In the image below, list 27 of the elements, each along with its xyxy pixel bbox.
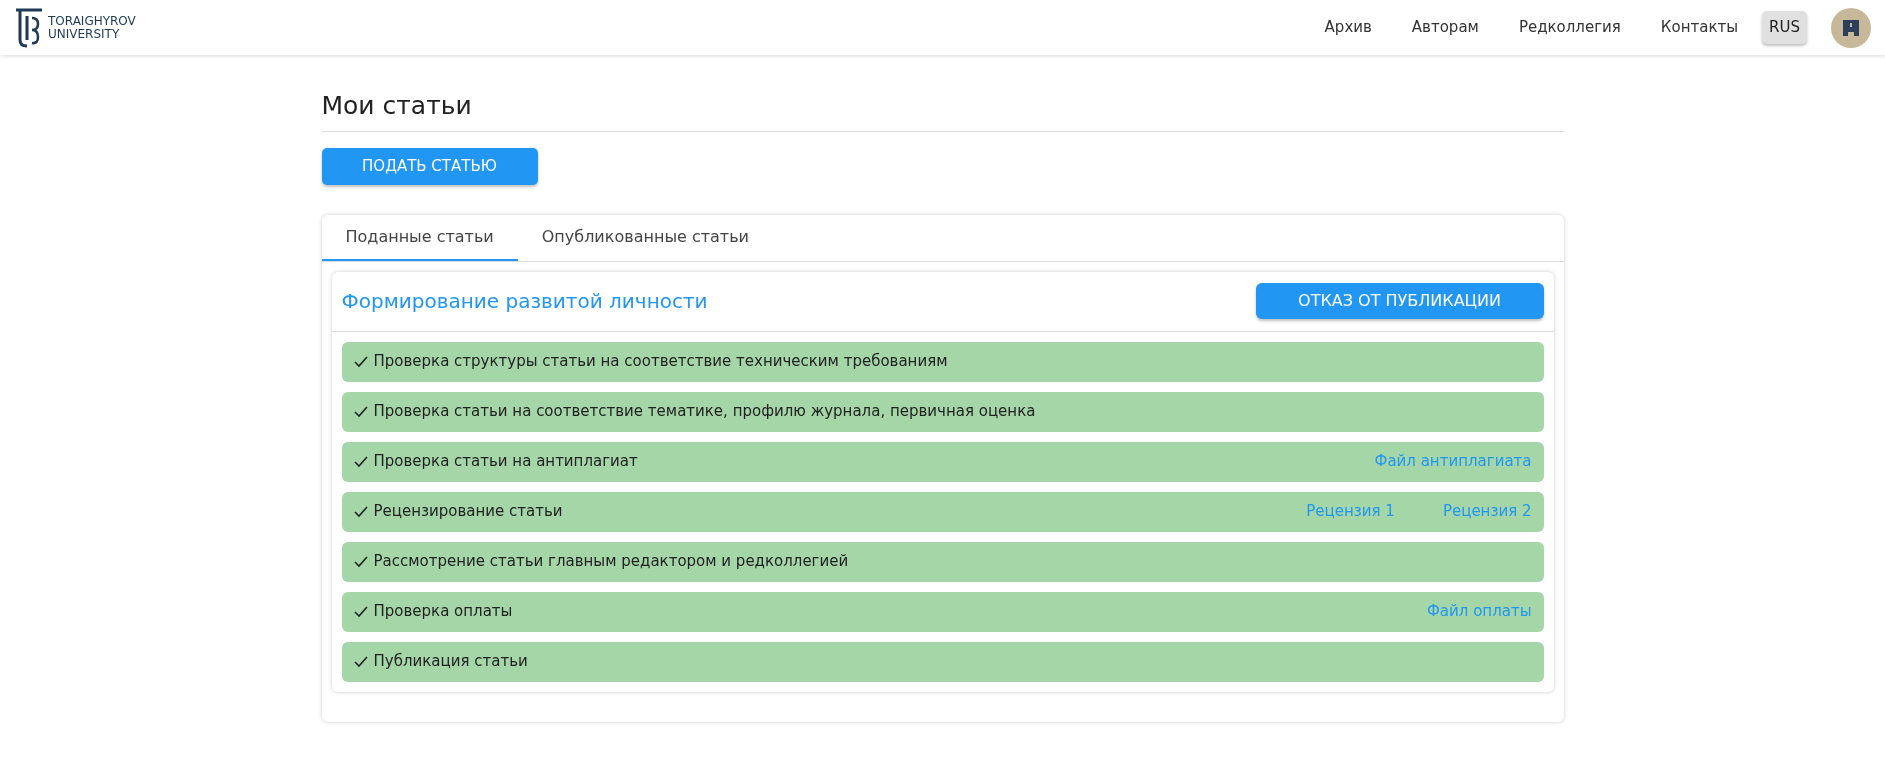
language-button[interactable]: RUS — [1762, 11, 1807, 44]
step-label: Проверка статьи на соответствие тематике, профилю журнала, первичная оценка — [373, 401, 1037, 423]
nav-link[interactable]: Авторам — [1411, 16, 1479, 39]
nav-link[interactable]: Контакты — [1660, 16, 1739, 39]
check-icon — [353, 655, 368, 668]
step-label: Проверка оплаты — [373, 601, 514, 623]
logo-icon — [14, 7, 44, 48]
check-icon — [353, 355, 368, 368]
check-icon — [353, 455, 368, 468]
step-label: Публикация статьи — [373, 651, 529, 673]
step-label: Рецензирование статьи — [373, 501, 564, 523]
user-icon — [1842, 18, 1860, 37]
logo-text: TORAIGHYROV — [48, 14, 136, 28]
tab[interactable]: Поданные статьи — [321, 214, 518, 261]
avatar[interactable] — [1831, 7, 1871, 48]
logo-text: UNIVERSITY — [48, 27, 121, 41]
step-label: Проверка статьи на антиплагиат — [373, 451, 639, 473]
tab[interactable]: Опубликованные статьи — [517, 214, 773, 261]
step-label: Проверка структуры статьи на соответствие техническим требованиям — [373, 351, 949, 373]
check-icon — [353, 555, 368, 568]
page-title: Мои статьи — [321, 87, 1564, 132]
step-label: Рассмотрение статьи главным редактором и редколлегией — [373, 551, 850, 573]
nav-link[interactable]: Редколлегия — [1518, 16, 1621, 39]
check-icon — [353, 605, 368, 618]
check-icon — [353, 405, 368, 418]
nav-link[interactable]: Архив — [1324, 16, 1372, 39]
check-icon — [353, 505, 368, 518]
